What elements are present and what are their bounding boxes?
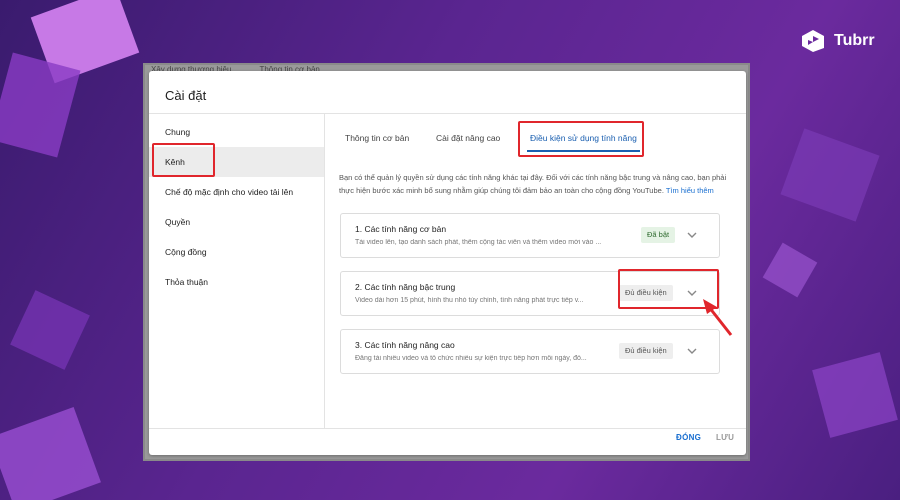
decor-shape: [0, 407, 101, 500]
footer-divider: [149, 428, 746, 429]
sidebar-divider: [324, 113, 325, 428]
feature-title: 1. Các tính năng cơ bản: [355, 224, 447, 234]
highlight-box-tab: [518, 121, 644, 157]
brand-name: Tubrr: [834, 32, 875, 49]
highlight-box-channel: [152, 143, 215, 177]
sidebar-item-agreements[interactable]: Thỏa thuận: [149, 267, 324, 297]
sidebar-item-permissions[interactable]: Quyền: [149, 207, 324, 237]
tab-advanced-settings[interactable]: Cài đặt nâng cao: [436, 133, 500, 143]
decor-shape: [762, 242, 818, 298]
feature-card-basic[interactable]: 1. Các tính năng cơ bản Tải video lên, t…: [340, 213, 720, 258]
decor-shape: [10, 290, 90, 370]
brand: Tubrr: [800, 28, 875, 54]
feature-desc: Tải video lên, tạo danh sách phát, thêm …: [355, 239, 602, 246]
feature-desc: Đăng tải nhiều video và tổ chức nhiều sự…: [355, 355, 587, 362]
intro-text: Bạn có thể quản lý quyền sử dụng các tín…: [339, 171, 739, 197]
sidebar-item-community[interactable]: Cộng đồng: [149, 237, 324, 267]
screenshot-frame: Xây dựng thương hiệu Thông tin cơ bản Cà…: [143, 63, 750, 461]
status-badge: Đã bật: [641, 227, 676, 243]
settings-dialog: Cài đặt Chung Kênh Chế độ mặc định cho v…: [149, 71, 746, 455]
feature-desc: Video dài hơn 15 phút, hình thu nhỏ tùy …: [355, 297, 584, 304]
decor-shape: [812, 352, 898, 438]
chevron-down-icon[interactable]: [685, 228, 699, 242]
feature-title: 2. Các tính năng bậc trung: [355, 282, 456, 292]
pointer-arrow-icon: [703, 299, 733, 336]
decor-shape: [780, 128, 880, 222]
feature-title: 3. Các tính năng nâng cao: [355, 340, 455, 350]
learn-more-link[interactable]: Tìm hiểu thêm: [666, 186, 714, 195]
dialog-title: Cài đặt: [165, 88, 207, 103]
save-button[interactable]: LƯU: [716, 433, 734, 442]
decor-shape: [0, 52, 81, 158]
feature-card-advanced[interactable]: 3. Các tính năng nâng cao Đăng tải nhiều…: [340, 329, 720, 374]
header-divider: [149, 113, 746, 114]
tab-basic-info[interactable]: Thông tin cơ bản: [345, 133, 409, 143]
close-button[interactable]: ĐÓNG: [676, 433, 701, 442]
tubrr-logo-icon: [802, 30, 824, 52]
sidebar-item-upload-defaults[interactable]: Chế độ mặc định cho video tải lên: [149, 177, 324, 207]
chevron-down-icon[interactable]: [685, 344, 699, 358]
status-badge: Đủ điều kiện: [619, 343, 673, 359]
